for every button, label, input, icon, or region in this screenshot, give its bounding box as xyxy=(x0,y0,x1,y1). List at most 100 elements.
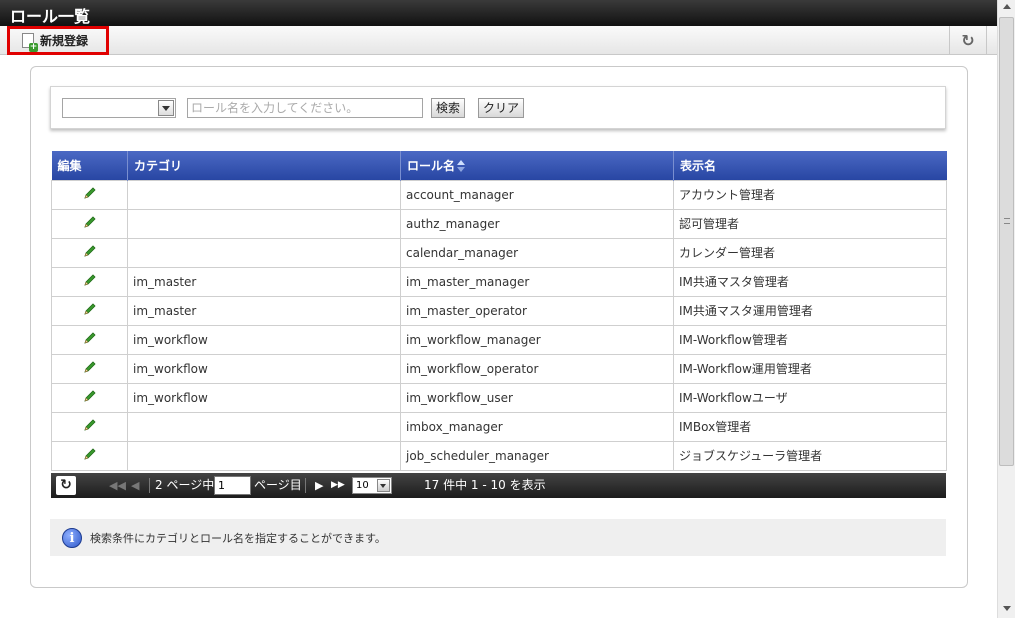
edit-pencil-icon[interactable] xyxy=(82,216,98,233)
info-message: 検索条件にカテゴリとロール名を指定することができます。 xyxy=(90,531,386,545)
edit-pencil-icon[interactable] xyxy=(82,361,98,378)
edit-pencil-icon[interactable] xyxy=(82,245,98,262)
page-suffix-label: ページ目 xyxy=(254,478,302,492)
table-row: authz_manager 認可管理者 xyxy=(51,208,947,239)
page-size-select[interactable]: 10 xyxy=(352,477,392,494)
table-row: calendar_manager カレンダー管理者 xyxy=(51,237,947,268)
pager-refresh-button[interactable]: ↻ xyxy=(56,476,76,495)
chevron-down-icon[interactable] xyxy=(377,479,390,492)
edit-pencil-icon[interactable] xyxy=(82,303,98,320)
refresh-icon: ↻ xyxy=(961,30,975,50)
column-header-role-name[interactable]: ロール名 xyxy=(400,151,674,180)
grip-icon xyxy=(1004,218,1010,224)
edit-pencil-icon[interactable] xyxy=(82,332,98,349)
clear-button[interactable]: クリア xyxy=(478,98,525,118)
display-name-cell: IMBox管理者 xyxy=(673,411,947,442)
column-header-display-name[interactable]: 表示名 xyxy=(673,151,947,180)
sort-icon xyxy=(457,160,466,173)
role-name-cell: authz_manager xyxy=(400,208,674,239)
display-name-cell: IM-Workflow管理者 xyxy=(673,324,947,355)
new-register-label: 新規登録 xyxy=(40,34,89,48)
role-name-cell: im_master_operator xyxy=(400,295,674,326)
search-button[interactable]: 検索 xyxy=(431,98,466,118)
pager-summary: 17 件中 1 - 10 を表示 xyxy=(424,478,546,492)
display-name-cell: IM-Workflowユーザ xyxy=(673,382,947,413)
category-cell: im_workflow xyxy=(127,353,401,384)
edit-pencil-icon[interactable] xyxy=(82,419,98,436)
display-name-cell: アカウント管理者 xyxy=(673,179,947,210)
table-row: im_workflow im_workflow_user IM-Workflowユー… xyxy=(51,382,947,413)
next-page-icon[interactable]: ▶ xyxy=(315,473,323,498)
table-row: im_workflow im_workflow_manager IM-Workflo… xyxy=(51,324,947,355)
role-name-cell: im_workflow_manager xyxy=(400,324,674,355)
new-register-button[interactable]: 新規登録 xyxy=(7,26,109,55)
scroll-down-icon[interactable] xyxy=(1003,606,1011,611)
display-name-cell: IM-Workflow運用管理者 xyxy=(673,353,947,384)
role-name-header-label: ロール名 xyxy=(407,158,456,173)
category-cell: im_workflow xyxy=(127,382,401,413)
role-name-cell: im_workflow_user xyxy=(400,382,674,413)
column-header-category[interactable]: カテゴリ xyxy=(127,151,401,180)
table-row: imbox_manager IMBox管理者 xyxy=(51,411,947,442)
category-cell: im_master xyxy=(127,266,401,297)
edit-cell xyxy=(51,324,128,355)
role-name-cell: job_scheduler_manager xyxy=(400,440,674,471)
first-page-icon[interactable]: ◀◀ xyxy=(109,473,126,498)
edit-cell xyxy=(51,440,128,471)
category-cell xyxy=(127,237,401,268)
scrollbar-thumb[interactable] xyxy=(999,17,1014,466)
column-header-edit: 編集 xyxy=(51,151,128,180)
edit-pencil-icon[interactable] xyxy=(82,187,98,204)
edit-cell xyxy=(51,295,128,326)
edit-cell xyxy=(51,411,128,442)
last-page-icon[interactable]: ▶▶ xyxy=(331,473,345,498)
edit-pencil-icon[interactable] xyxy=(82,390,98,407)
table-row: job_scheduler_manager ジョブスケジューラ管理者 xyxy=(51,440,947,471)
total-pages-label: 2 ページ中 xyxy=(155,478,215,492)
display-name-cell: IM共通マスタ管理者 xyxy=(673,266,947,297)
edit-cell xyxy=(51,179,128,210)
info-message-box: i 検索条件にカテゴリとロール名を指定することができます。 xyxy=(50,519,946,556)
new-document-icon xyxy=(22,33,38,52)
edit-cell xyxy=(51,353,128,384)
edit-pencil-icon[interactable] xyxy=(82,448,98,465)
category-cell xyxy=(127,179,401,210)
table-row: account_manager アカウント管理者 xyxy=(51,179,947,210)
role-table: 編集 カテゴリ ロール名 表示名 account_manager アカウント管理者… xyxy=(51,151,947,471)
role-name-search-input[interactable] xyxy=(187,98,423,118)
role-name-cell: account_manager xyxy=(400,179,674,210)
edit-cell xyxy=(51,208,128,239)
chevron-down-icon[interactable] xyxy=(158,100,174,116)
page-number-input[interactable]: 1 xyxy=(214,476,251,495)
table-row: im_master im_master_operator IM共通マスタ運用管理者 xyxy=(51,295,947,326)
role-name-cell: calendar_manager xyxy=(400,237,674,268)
role-name-cell: imbox_manager xyxy=(400,411,674,442)
display-name-cell: 認可管理者 xyxy=(673,208,947,239)
scroll-up-icon[interactable] xyxy=(1003,4,1011,9)
pager-separator xyxy=(305,478,306,493)
refresh-button[interactable]: ↻ xyxy=(949,26,987,54)
table-row: im_master im_master_manager IM共通マスタ管理者 xyxy=(51,266,947,297)
category-cell xyxy=(127,208,401,239)
page-title: ロール一覧 xyxy=(0,0,997,26)
category-cell: im_workflow xyxy=(127,324,401,355)
table-header-row: 編集 カテゴリ ロール名 表示名 xyxy=(51,151,947,180)
pager-separator xyxy=(149,478,150,493)
edit-pencil-icon[interactable] xyxy=(82,274,98,291)
role-name-cell: im_master_manager xyxy=(400,266,674,297)
edit-cell xyxy=(51,266,128,297)
category-cell xyxy=(127,411,401,442)
page-size-value: 10 xyxy=(356,480,369,491)
vertical-scrollbar[interactable] xyxy=(997,0,1015,618)
display-name-cell: ジョブスケジューラ管理者 xyxy=(673,440,947,471)
display-name-cell: IM共通マスタ運用管理者 xyxy=(673,295,947,326)
category-cell xyxy=(127,440,401,471)
prev-page-icon[interactable]: ◀ xyxy=(131,473,139,498)
category-select[interactable] xyxy=(62,98,176,118)
display-name-cell: カレンダー管理者 xyxy=(673,237,947,268)
pager: ↻ ◀◀ ◀ 2 ページ中 1 ページ目 ▶ ▶▶ 10 17 件中 1 - 1… xyxy=(51,473,946,498)
role-name-cell: im_workflow_operator xyxy=(400,353,674,384)
toolbar: 新規登録 ↻ xyxy=(0,26,997,55)
search-panel: 検索 クリア xyxy=(50,86,946,129)
info-icon: i xyxy=(62,527,82,548)
